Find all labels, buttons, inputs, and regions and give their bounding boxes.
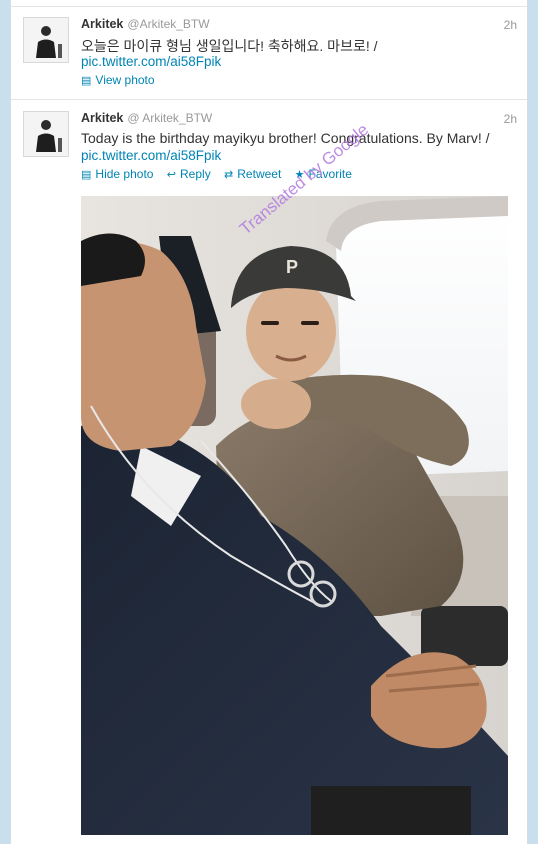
avatar[interactable] — [23, 17, 69, 63]
user-name[interactable]: Arkitek — [81, 17, 123, 31]
action-label: Reply — [180, 167, 211, 181]
star-icon: ★ — [294, 169, 305, 181]
favorite-button[interactable]: ★ Favorite — [295, 167, 352, 181]
svg-text:P: P — [286, 257, 298, 277]
avatar-image — [24, 18, 68, 62]
reply-button[interactable]: ↩ Reply — [167, 167, 211, 181]
retweet-button[interactable]: ⇄ Retweet — [224, 167, 281, 181]
timeline-column: Arkitek @Arkitek_BTW 2h 오늘은 마이큐 형님 생일입니다!… — [10, 0, 528, 844]
user-handle[interactable]: @Arkitek_BTW — [127, 17, 209, 31]
avatar[interactable] — [23, 111, 69, 157]
tweet-photo[interactable]: P — [81, 196, 508, 835]
photo-icon: ▤ — [81, 169, 92, 181]
photo-link[interactable]: pic.twitter.com/ai58Fpik — [81, 148, 221, 163]
photo-icon: ▤ — [81, 75, 92, 87]
user-handle[interactable]: @ Arkitek_BTW — [127, 111, 212, 125]
avatar-image — [24, 112, 68, 156]
timestamp[interactable]: 2h — [504, 112, 517, 126]
tweet[interactable]: Arkitek @ Arkitek_BTW 2h Today is the bir… — [11, 100, 527, 844]
timestamp[interactable]: 2h — [504, 18, 517, 32]
tweet-text: Today is the birthday mayikyu brother! C… — [81, 130, 490, 146]
action-label: Hide photo — [95, 167, 154, 181]
tweet-header: Arkitek @Arkitek_BTW — [81, 17, 210, 31]
action-label: Favorite — [308, 167, 352, 181]
retweet-icon: ⇄ — [224, 169, 234, 181]
tweet-text: 오늘은 마이큐 형님 생일입니다! 축하해요. 마브로! / — [81, 38, 378, 54]
tweet-actions: ▤ View photo — [81, 73, 165, 87]
user-name[interactable]: Arkitek — [81, 111, 123, 125]
reply-icon: ↩ — [166, 169, 177, 181]
tweet[interactable]: Arkitek @Arkitek_BTW 2h 오늘은 마이큐 형님 생일입니다!… — [11, 6, 527, 100]
view-photo-button[interactable]: ▤ View photo — [81, 73, 155, 87]
tweet-actions: ▤ Hide photo ↩ Reply ⇄ Retweet ★ Favorite — [81, 167, 362, 181]
action-label: View photo — [95, 73, 155, 87]
hide-photo-button[interactable]: ▤ Hide photo — [81, 167, 153, 181]
tweet-header: Arkitek @ Arkitek_BTW — [81, 111, 212, 125]
photo-link[interactable]: pic.twitter.com/ai58Fpik — [81, 54, 221, 69]
photo-illustration: P — [81, 196, 508, 835]
action-label: Retweet — [237, 167, 282, 181]
